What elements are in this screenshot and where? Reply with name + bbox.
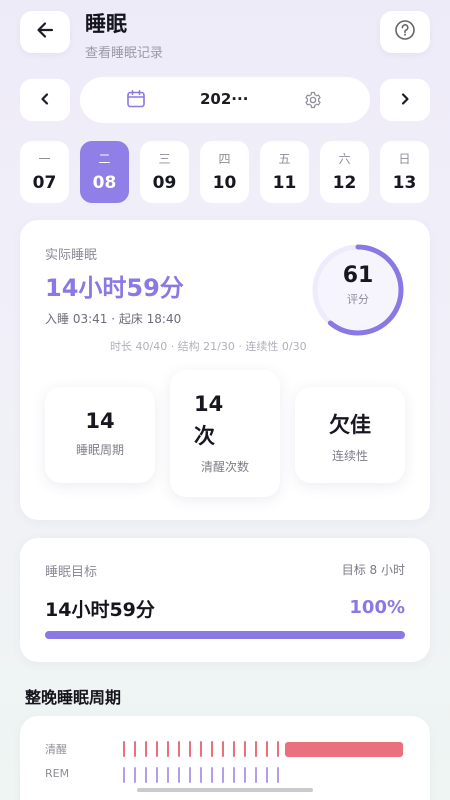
- rem-tick: [189, 767, 191, 783]
- rem-tick: [222, 767, 224, 783]
- chevron-right-icon: [398, 91, 412, 110]
- rem-tick: [266, 767, 268, 783]
- day-thu[interactable]: 四 10: [200, 141, 249, 203]
- sleep-cycles-stat: 14 睡眠周期: [45, 387, 155, 483]
- rem-tick: [277, 767, 279, 783]
- next-day-button[interactable]: [380, 79, 430, 121]
- day-date: 07: [32, 173, 57, 193]
- rem-tick: [244, 767, 246, 783]
- rem-tick: [178, 767, 180, 783]
- cycles-section-title: 整晚睡眠周期: [25, 688, 122, 707]
- day-sun[interactable]: 日 13: [380, 141, 429, 203]
- rem-tick: [200, 767, 202, 783]
- awake-tick: [277, 741, 279, 757]
- day-weekday: 四: [218, 152, 231, 166]
- arrow-left-icon: [35, 20, 55, 44]
- score-label: 评分: [347, 293, 369, 306]
- rem-row-label: REM: [45, 767, 70, 780]
- rem-tick: [145, 767, 147, 783]
- day-date: 11: [272, 173, 297, 193]
- day-date: 10: [212, 173, 237, 193]
- day-tue[interactable]: 二 08: [80, 141, 129, 203]
- back-button[interactable]: [20, 11, 70, 53]
- awake-tick: [123, 741, 125, 757]
- sleep-summary-card: 实际睡眠 14小时59分 入睡 03:41 · 起床 18:40 61 评分 时…: [20, 220, 430, 520]
- awake-tick: [244, 741, 246, 757]
- stat-label: 连续性: [331, 449, 368, 463]
- stat-value: 14次: [194, 392, 224, 448]
- day-sat[interactable]: 六 12: [320, 141, 369, 203]
- rem-tick: [123, 767, 125, 783]
- awake-tick: [156, 741, 158, 757]
- day-weekday: 日: [398, 152, 411, 166]
- awake-tick: [200, 741, 202, 757]
- awake-tick: [211, 741, 213, 757]
- awake-tick: [255, 741, 257, 757]
- gear-icon[interactable]: [304, 91, 322, 113]
- stat-label: 睡眠周期: [75, 443, 124, 457]
- rem-tick: [211, 767, 213, 783]
- sleep-wake-times: 入睡 03:41 · 起床 18:40: [45, 312, 182, 326]
- score-value: 61: [342, 263, 374, 288]
- awake-tick: [222, 741, 224, 757]
- day-wed[interactable]: 三 09: [140, 141, 189, 203]
- rem-tick: [233, 767, 235, 783]
- calendar-icon[interactable]: [126, 89, 146, 113]
- day-weekday: 五: [278, 152, 291, 166]
- goal-percent: 100%: [349, 597, 405, 618]
- day-weekday: 六: [338, 152, 351, 166]
- goal-progress-track: [45, 631, 405, 639]
- question-circle-icon: [394, 19, 416, 45]
- page-subtitle: 查看睡眠记录: [85, 46, 164, 61]
- score-breakdown: 时长 40/40 · 结构 21/30 · 连续性 0/30: [110, 340, 307, 353]
- day-date: 12: [332, 173, 357, 193]
- rem-tick: [255, 767, 257, 783]
- goal-duration: 14小时59分: [45, 599, 155, 621]
- day-mon[interactable]: 一 07: [20, 141, 69, 203]
- help-button[interactable]: [380, 11, 430, 53]
- awake-tick: [266, 741, 268, 757]
- day-date: 13: [392, 173, 417, 193]
- stat-value: 14: [85, 409, 115, 433]
- chevron-left-icon: [38, 91, 52, 110]
- date-selector[interactable]: 202···: [80, 77, 370, 123]
- sleep-goal-card: 睡眠目标 目标 8 小时 14小时59分 100%: [20, 538, 430, 662]
- page-title: 睡眠: [85, 12, 127, 36]
- date-text: 202···: [200, 90, 249, 108]
- day-date: 08: [92, 173, 117, 193]
- goal-progress-fill: [45, 631, 405, 639]
- awake-tick: [233, 741, 235, 757]
- stat-label: 清醒次数: [200, 460, 249, 474]
- rem-tick: [134, 767, 136, 783]
- awake-tick: [167, 741, 169, 757]
- awake-tick: [134, 741, 136, 757]
- awake-block: [285, 742, 403, 757]
- goal-target: 目标 8 小时: [341, 563, 405, 577]
- awake-tick: [189, 741, 191, 757]
- awake-tick: [178, 741, 180, 757]
- day-weekday: 三: [158, 152, 171, 166]
- day-date: 09: [152, 173, 177, 193]
- awake-tick: [145, 741, 147, 757]
- awake-row-label: 清醒: [45, 743, 67, 756]
- goal-label: 睡眠目标: [45, 565, 98, 580]
- rem-tick: [156, 767, 158, 783]
- home-indicator: [137, 788, 313, 792]
- day-fri[interactable]: 五 11: [260, 141, 309, 203]
- prev-day-button[interactable]: [20, 79, 70, 121]
- continuity-stat: 欠佳 连续性: [295, 387, 405, 483]
- sleep-score-ring: 61 评分: [306, 238, 410, 342]
- day-weekday: 二: [98, 152, 111, 166]
- stat-value: 欠佳: [329, 413, 371, 437]
- rem-tick: [167, 767, 169, 783]
- actual-sleep-label: 实际睡眠: [45, 248, 98, 263]
- day-weekday: 一: [38, 152, 51, 166]
- actual-sleep-duration: 14小时59分: [45, 274, 184, 302]
- awake-count-stat: 14次 清醒次数: [170, 370, 280, 497]
